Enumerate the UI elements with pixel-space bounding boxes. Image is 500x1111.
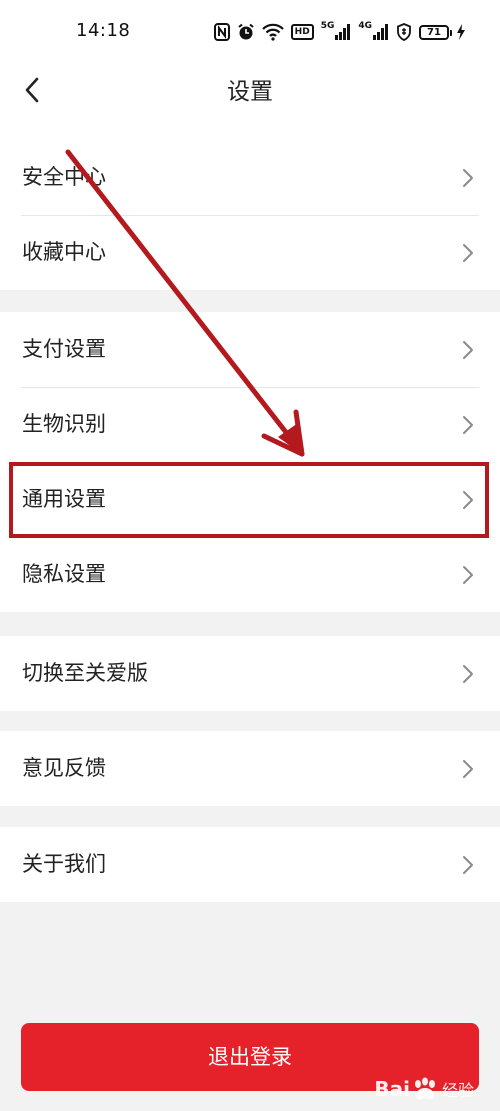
watermark-text: Bai (374, 1077, 410, 1101)
status-bar: 14:18 HD 5G 4G 71 (0, 0, 500, 62)
settings-item-payment-settings[interactable]: 支付设置 (0, 312, 500, 387)
status-icons: HD 5G 4G 71 (213, 20, 466, 44)
chevron-right-icon (463, 341, 473, 359)
battery-indicator: 71 (419, 21, 452, 43)
settings-item-favorites-center[interactable]: 收藏中心 (0, 215, 500, 290)
shield-icon (396, 21, 412, 43)
chevron-right-icon (463, 856, 473, 874)
settings-group-account: 安全中心 收藏中心 (0, 140, 500, 290)
settings-group-about: 关于我们 (0, 827, 500, 902)
settings-item-label: 收藏中心 (22, 240, 106, 264)
page-title: 设置 (227, 79, 273, 105)
5g-signal-icon: 5G (321, 21, 352, 43)
settings-group-feedback: 意见反馈 (0, 731, 500, 806)
nfc-icon (213, 21, 230, 43)
settings-item-label: 通用设置 (22, 487, 106, 511)
settings-item-biometrics[interactable]: 生物识别 (0, 387, 500, 462)
status-time: 14:18 (76, 20, 131, 41)
paw-icon (414, 1077, 435, 1100)
settings-item-feedback[interactable]: 意见反馈 (0, 731, 500, 806)
watermark-subtext: 经验 (441, 1081, 474, 1100)
charging-icon (456, 21, 466, 43)
battery-level: 71 (419, 24, 452, 40)
settings-item-label: 支付设置 (22, 337, 106, 361)
settings-item-security-center[interactable]: 安全中心 (0, 140, 500, 215)
settings-group-care-mode: 切换至关爱版 (0, 636, 500, 711)
chevron-right-icon (463, 169, 473, 187)
chevron-right-icon (463, 491, 473, 509)
chevron-right-icon (463, 665, 473, 683)
baidu-jingyan-watermark: Bai 经验 (374, 1077, 474, 1101)
chevron-right-icon (463, 566, 473, 584)
settings-item-label: 生物识别 (22, 412, 106, 436)
header: 设置 (0, 62, 500, 140)
settings-item-label: 意见反馈 (22, 756, 106, 780)
chevron-right-icon (463, 760, 473, 778)
settings-item-label: 安全中心 (22, 165, 106, 189)
settings-item-label: 关于我们 (22, 852, 106, 876)
settings-item-label: 隐私设置 (22, 562, 106, 586)
settings-group-preferences: 支付设置 生物识别 通用设置 隐私设置 (0, 312, 500, 612)
settings-item-about-us[interactable]: 关于我们 (0, 827, 500, 902)
settings-item-switch-care-version[interactable]: 切换至关爱版 (0, 636, 500, 711)
settings-item-label: 切换至关爱版 (22, 661, 148, 685)
chevron-right-icon (463, 244, 473, 262)
alarm-icon (237, 21, 255, 43)
wifi-icon (261, 21, 284, 43)
settings-item-general-settings[interactable]: 通用设置 (0, 462, 500, 537)
4g-signal-icon: 4G (358, 21, 389, 43)
settings-item-privacy-settings[interactable]: 隐私设置 (0, 537, 500, 612)
chevron-right-icon (463, 416, 473, 434)
hd-icon: HD (290, 21, 314, 43)
